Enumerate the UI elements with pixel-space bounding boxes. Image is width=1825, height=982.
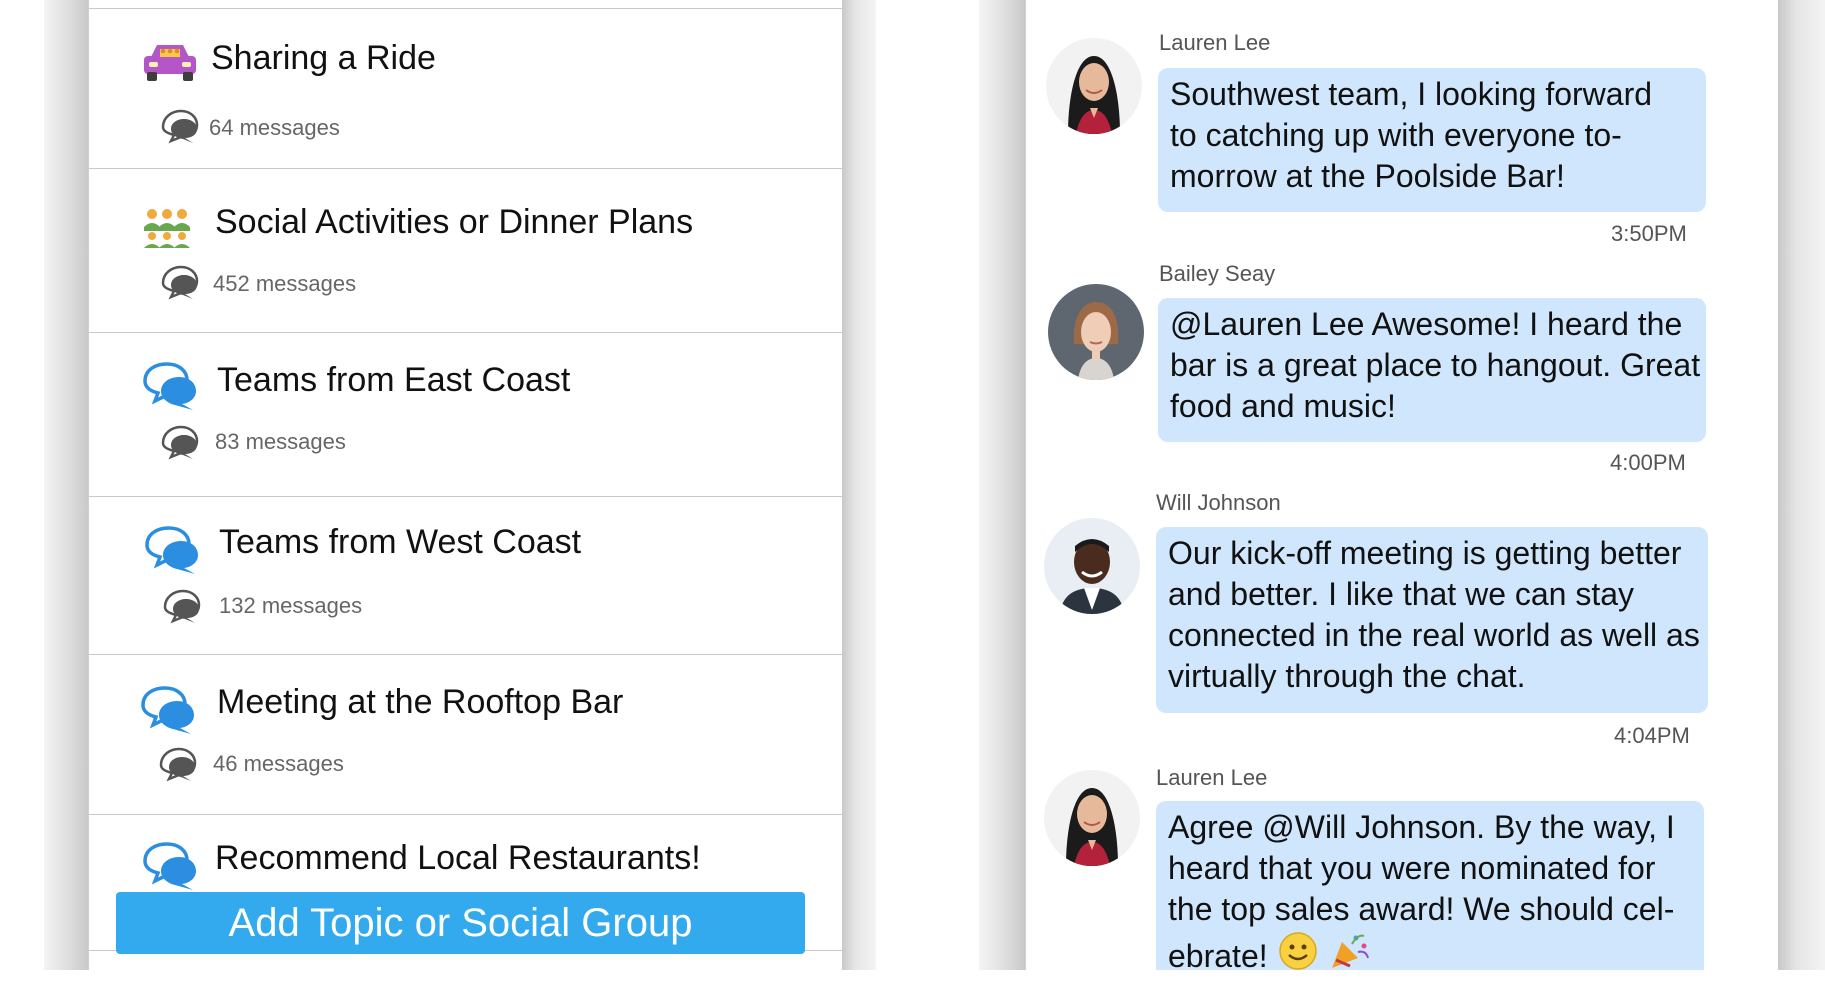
message-line: bar is a great place to hangout. Great xyxy=(1170,347,1701,383)
message-bubble[interactable]: Agree @Will Johnson. By the way, I heard… xyxy=(1156,801,1704,974)
topic-message-count: 46 messages xyxy=(213,751,344,776)
phone-frame-right-edge xyxy=(1778,0,1825,970)
phone-frame-left-right-edge xyxy=(842,0,876,970)
phone-frame-right-left-edge xyxy=(979,0,1025,970)
message-count-icon xyxy=(157,261,201,301)
message-line: the top sales award! We should cel- xyxy=(1168,891,1675,927)
topic-message-count: 83 messages xyxy=(215,429,346,454)
topic-item[interactable]: Sharing a Ride 64 messages xyxy=(89,8,843,169)
topic-message-count: 132 messages xyxy=(219,593,363,618)
message-bubble[interactable]: Southwest team, I looking forward to cat… xyxy=(1158,68,1706,212)
topic-title: Teams from West Coast xyxy=(219,523,582,561)
topic-title: Meeting at the Rooftop Bar xyxy=(217,683,624,721)
message-sender: Bailey Seay xyxy=(1159,261,1276,286)
message-sender: Will Johnson xyxy=(1156,490,1281,515)
woman-avatar[interactable] xyxy=(1046,38,1142,134)
chat-bubbles-icon xyxy=(139,685,195,734)
message-line: and better. I like that we can stay xyxy=(1168,576,1635,612)
message-line: to catching up with everyone to- xyxy=(1170,117,1622,153)
message-line: morrow at the Poolside Bar! xyxy=(1170,158,1565,194)
man-avatar[interactable] xyxy=(1044,518,1140,614)
chat-bubbles-icon xyxy=(141,841,197,890)
topic-item[interactable]: Teams from West Coast 132 messages xyxy=(89,496,843,655)
topics-screen: Sharing a Ride 64 messages Social Activi… xyxy=(88,0,844,970)
topic-title: Teams from East Coast xyxy=(217,361,571,399)
woman-avatar[interactable] xyxy=(1044,770,1140,866)
topic-title: Sharing a Ride xyxy=(211,39,436,77)
message-bubble[interactable]: @Lauren Lee Awesome! I heard the bar is … xyxy=(1158,298,1706,442)
topic-title: Social Activities or Dinner Plans xyxy=(215,203,694,241)
smiley-face-emoji xyxy=(1278,931,1318,981)
add-topic-button[interactable]: Add Topic or Social Group xyxy=(116,892,805,954)
woman-avatar[interactable] xyxy=(1048,284,1144,380)
phone-gap xyxy=(876,0,979,970)
message-line-text: ebrate! xyxy=(1168,937,1268,974)
topic-message-count: 452 messages xyxy=(213,271,357,296)
message-line: Our kick-off meeting is getting better xyxy=(1168,535,1682,571)
message-sender: Lauren Lee xyxy=(1159,30,1271,55)
topic-message-count: 64 messages xyxy=(209,115,340,140)
message-count-icon xyxy=(157,421,201,461)
message-count-icon xyxy=(155,743,199,783)
message-sender: Lauren Lee xyxy=(1156,765,1268,790)
topic-item[interactable]: Social Activities or Dinner Plans 452 me… xyxy=(89,168,843,333)
car-icon xyxy=(141,39,197,87)
message-count-icon xyxy=(159,585,203,625)
message-line: ebrate! xyxy=(1168,930,1692,982)
party-popper-emoji xyxy=(1328,930,1370,982)
message-line: @Lauren Lee Awesome! I heard the xyxy=(1170,306,1683,342)
message-line: virtually through the chat. xyxy=(1168,658,1526,694)
topic-item[interactable]: Meeting at the Rooftop Bar 46 messages xyxy=(89,654,843,815)
topic-item[interactable]: Teams from East Coast 83 messages xyxy=(89,332,843,497)
message-bubble[interactable]: Our kick-off meeting is getting better a… xyxy=(1156,527,1708,713)
message-time: 3:50PM xyxy=(1611,221,1687,246)
phone-frame-left-edge xyxy=(44,0,88,970)
group-icon xyxy=(141,205,197,253)
message-time: 4:00PM xyxy=(1610,450,1686,475)
message-line: heard that you were nominated for xyxy=(1168,850,1656,886)
message-count-icon xyxy=(157,105,201,145)
chat-bubbles-icon xyxy=(143,525,199,574)
topic-title: Recommend Local Restaurants! xyxy=(215,839,701,877)
message-time: 4:04PM xyxy=(1614,723,1690,748)
message-line: connected in the real world as well as xyxy=(1168,617,1700,653)
message-line: food and music! xyxy=(1170,388,1396,424)
message-line: Agree @Will Johnson. By the way, I xyxy=(1168,809,1675,845)
chat-screen: Lauren Lee Southwest team, I looking for… xyxy=(1025,0,1779,974)
chat-bubbles-icon xyxy=(141,361,197,410)
message-line: Southwest team, I looking forward xyxy=(1170,76,1653,112)
